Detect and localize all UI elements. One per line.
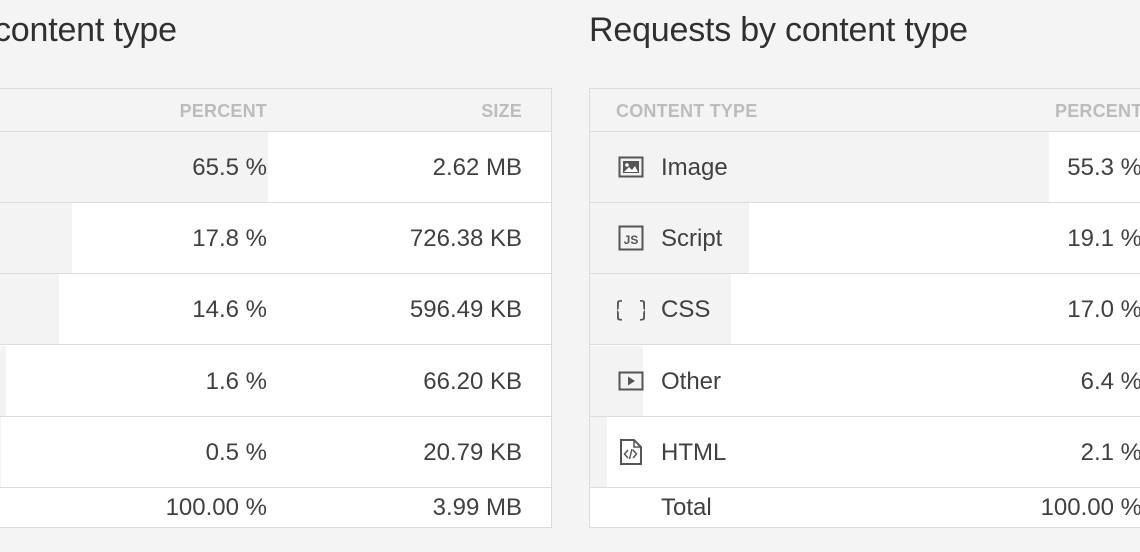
table-row: 14.6 % 596.49 KB <box>0 274 551 346</box>
row-percent: 0.5 % <box>205 438 267 466</box>
content-type-label: Script <box>661 225 723 253</box>
column-header-percent[interactable]: PERCENT <box>1055 89 1140 132</box>
other-icon <box>617 367 645 395</box>
row-percent: 14.6 % <box>192 296 267 324</box>
table-row: { } CSS 17.0 % <box>590 274 1140 346</box>
content-type-label: CSS <box>661 296 711 324</box>
size-by-content-type-title: content type <box>0 11 177 49</box>
share-bar <box>0 416 1 487</box>
row-size: 20.79 KB <box>423 438 522 466</box>
total-row: Total 100.00 % <box>590 488 1140 527</box>
column-header-content-type[interactable]: CONTENT TYPE <box>616 89 757 132</box>
row-percent: 55.3 % <box>1067 154 1140 181</box>
total-percent: 100.00 % <box>165 494 267 521</box>
row-percent: 2.1 % <box>1080 438 1140 466</box>
requests-by-content-type-title: Requests by content type <box>589 11 968 49</box>
row-size: 66.20 KB <box>423 367 522 395</box>
row-percent: 1.6 % <box>205 367 267 395</box>
table-row: 1.6 % 66.20 KB <box>0 345 551 417</box>
total-size: 3.99 MB <box>432 494 522 521</box>
script-icon: JS <box>617 224 645 252</box>
table-row: JS Script 19.1 % <box>590 203 1140 275</box>
total-percent: 100.00 % <box>1040 494 1140 521</box>
share-bar <box>0 345 6 416</box>
css-icon: { } <box>617 295 645 323</box>
table-row: Other 6.4 % <box>590 345 1140 417</box>
image-icon <box>617 153 645 181</box>
content-type-label: Other <box>661 367 722 395</box>
svg-text:{ }: { } <box>617 298 645 322</box>
size-by-content-type-table: PERCENT SIZE 65.5 % 2.62 MB 17.8 % 726.38 K… <box>0 88 552 528</box>
table-row: Image 55.3 % <box>590 132 1140 203</box>
table-row: 17.8 % 726.38 KB <box>0 203 551 275</box>
content-type-label: HTML <box>661 438 727 466</box>
row-size: 596.49 KB <box>409 296 522 324</box>
content-type-label: Image <box>661 154 728 181</box>
svg-text:JS: JS <box>624 233 639 247</box>
requests-by-content-type-table: CONTENT TYPE PERCENT Image 55.3 % JS Script… <box>589 88 1140 528</box>
table-header: PERCENT SIZE <box>0 89 551 132</box>
total-row: 100.00 % 3.99 MB <box>0 488 551 527</box>
row-size: 726.38 KB <box>409 225 522 253</box>
row-percent: 65.5 % <box>192 154 267 181</box>
row-percent: 6.4 % <box>1080 367 1140 395</box>
table-row: 0.5 % 20.79 KB <box>0 416 551 488</box>
share-bar <box>590 132 1049 202</box>
table-row: HTML 2.1 % <box>590 416 1140 488</box>
share-bar <box>0 203 72 274</box>
row-percent: 17.8 % <box>192 225 267 253</box>
column-header-percent[interactable]: PERCENT <box>180 89 267 132</box>
html-icon <box>617 438 645 466</box>
column-header-size[interactable]: SIZE <box>481 89 522 132</box>
row-size: 2.62 MB <box>432 154 522 181</box>
table-row: 65.5 % 2.62 MB <box>0 132 551 203</box>
share-bar <box>0 274 59 345</box>
row-percent: 17.0 % <box>1067 296 1140 324</box>
table-header: CONTENT TYPE PERCENT <box>590 89 1140 132</box>
row-percent: 19.1 % <box>1067 225 1140 253</box>
total-label: Total <box>661 494 712 521</box>
share-bar <box>590 416 607 487</box>
